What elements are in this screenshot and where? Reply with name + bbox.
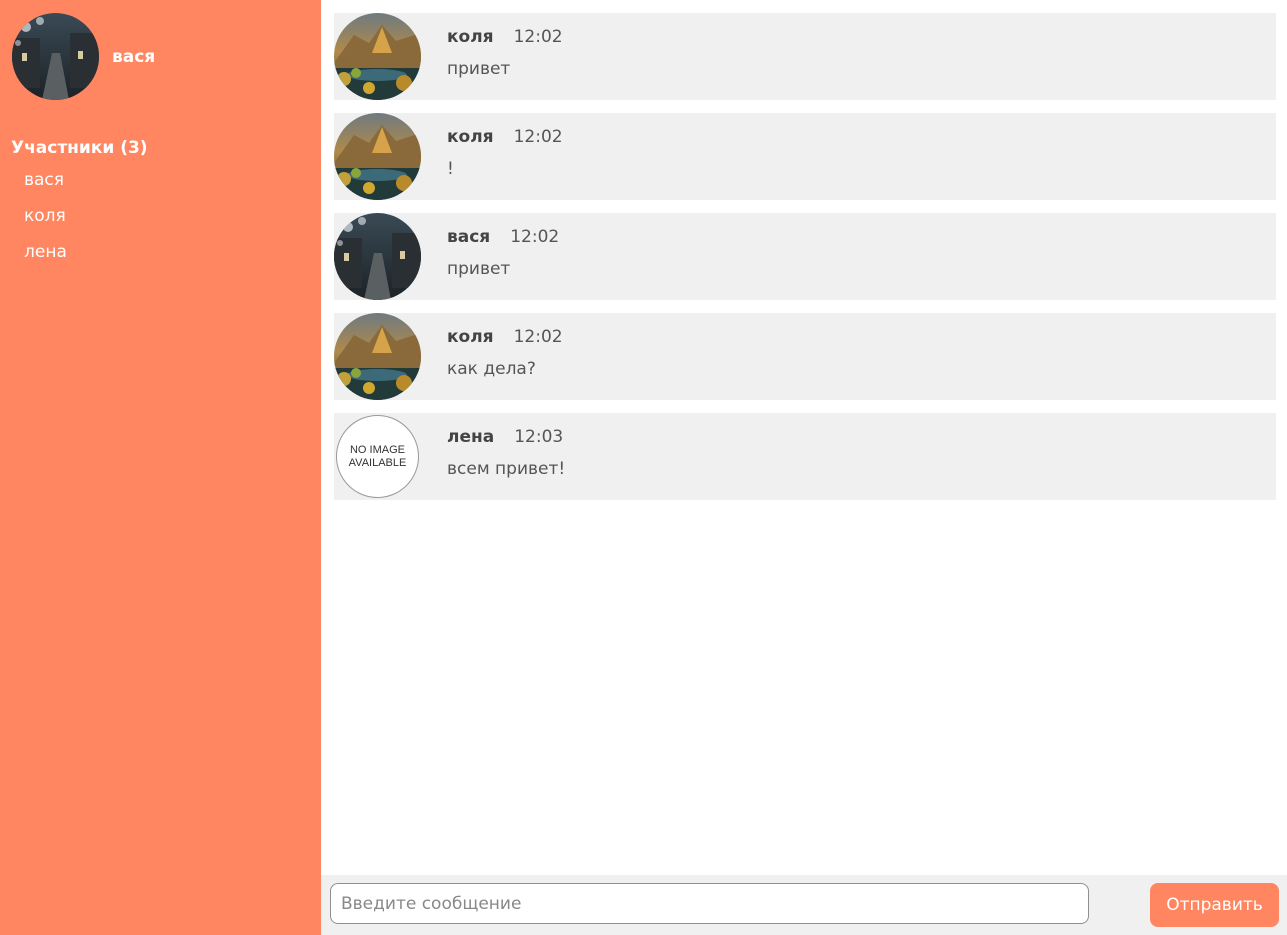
message-author: вася [447,227,491,247]
message-text: привет [447,59,511,79]
message-time: 12:02 [513,327,563,347]
author-avatar [334,113,421,200]
message-time: 12:02 [513,127,563,147]
sidebar: вася Участники (3) вася коля лена [0,0,321,935]
chat-panel: коля 12:02 привет коля 12:02 ! вася 12:0… [321,0,1287,935]
composer: Отправить [321,875,1287,935]
participant-item[interactable]: лена [24,240,67,276]
message-list: коля 12:02 привет коля 12:02 ! вася 12:0… [334,13,1276,513]
participants-title: Участники (3) [11,138,148,158]
no-image-text: AVAILABLE [348,456,407,469]
message-text: как дела? [447,359,536,379]
current-user-name: вася [112,46,156,67]
message-text: ! [447,159,454,179]
message-item: NO IMAGE AVAILABLE лена 12:03 всем приве… [334,413,1276,500]
author-avatar [334,213,421,300]
author-avatar [334,13,421,100]
message-text: привет [447,259,511,279]
message-item: коля 12:02 привет [334,13,1276,100]
message-time: 12:03 [514,427,564,447]
message-author: лена [447,427,495,447]
message-author: коля [447,327,494,347]
message-text: всем привет! [447,459,566,479]
message-item: вася 12:02 привет [334,213,1276,300]
message-item: коля 12:02 как дела? [334,313,1276,400]
current-user-avatar [12,13,99,100]
message-input[interactable] [330,883,1089,924]
author-avatar [334,313,421,400]
no-image-text: NO IMAGE [349,443,405,456]
participant-item[interactable]: коля [24,204,67,240]
message-item: коля 12:02 ! [334,113,1276,200]
no-image-avatar: NO IMAGE AVAILABLE [336,415,419,498]
message-author: коля [447,127,494,147]
message-time: 12:02 [510,227,560,247]
send-button[interactable]: Отправить [1150,883,1279,927]
participants-list: вася коля лена [24,168,67,276]
message-author: коля [447,27,494,47]
current-user: вася [12,13,155,100]
message-time: 12:02 [513,27,563,47]
participant-item[interactable]: вася [24,168,67,204]
